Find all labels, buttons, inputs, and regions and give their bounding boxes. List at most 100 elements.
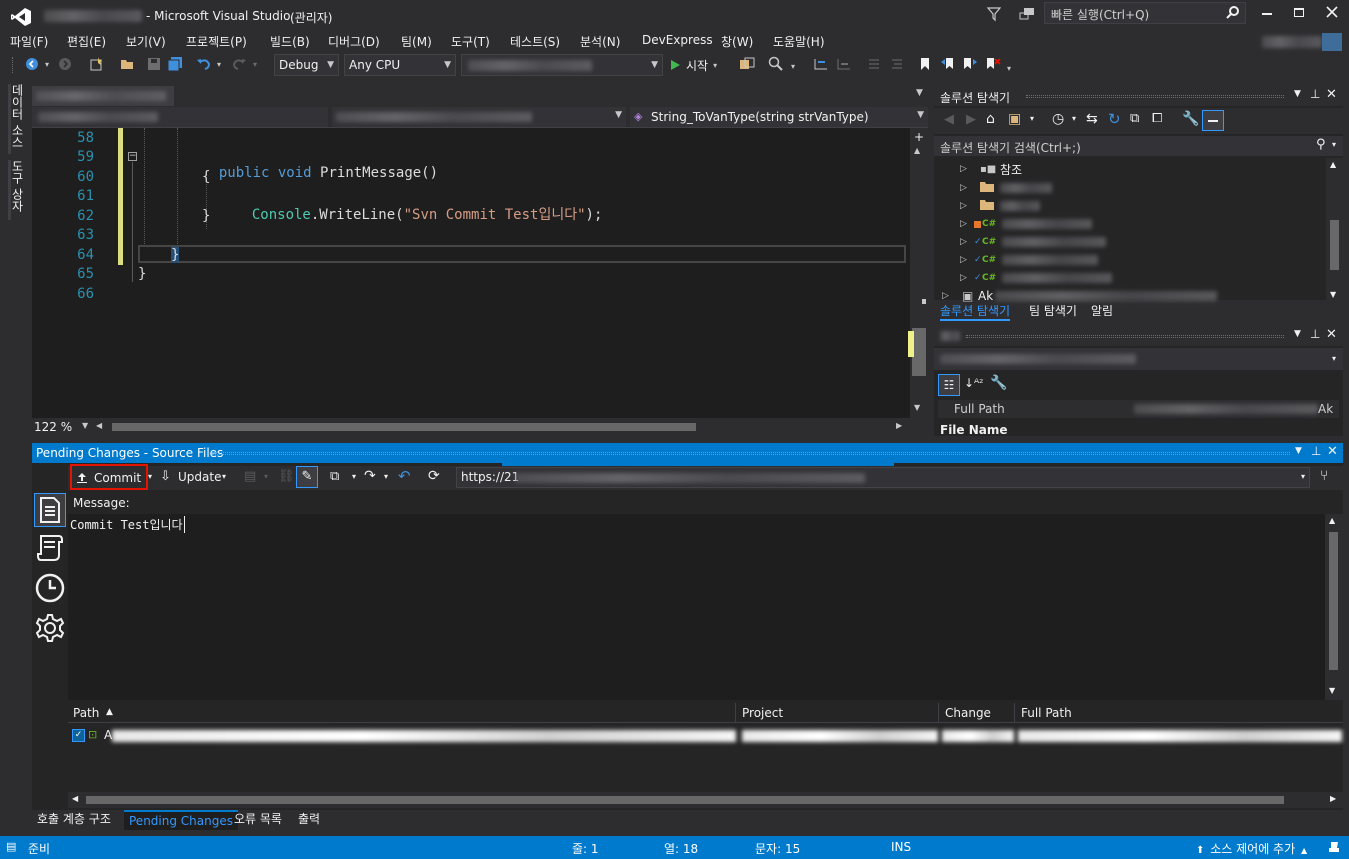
back-icon[interactable]: ◀ [944, 112, 954, 127]
minimize-button[interactable] [1262, 13, 1272, 15]
uncomment-icon[interactable] [889, 55, 905, 73]
scroll-down-icon[interactable]: ▼ [1329, 686, 1335, 695]
type-dropdown[interactable]: ▼ [332, 107, 626, 127]
commit-dropdown-icon[interactable]: ▾ [148, 472, 152, 481]
solution-config-select[interactable]: Debug ▼ [274, 54, 339, 76]
collapse-all-icon[interactable]: ⧉ [1130, 111, 1139, 126]
home-icon[interactable]: ⌂ [986, 111, 995, 127]
find-in-files-icon[interactable] [768, 55, 784, 73]
menu-project[interactable]: 프로젝트(P) [186, 33, 247, 51]
menu-analyze[interactable]: 분석(N) [580, 33, 620, 51]
outline-collapse-icon[interactable]: − [128, 152, 137, 161]
scroll-up-icon[interactable]: ▲ [1330, 160, 1336, 169]
properties-object-select[interactable]: ▾ [934, 348, 1343, 370]
clear-bookmarks-icon[interactable] [985, 55, 1001, 73]
redo-dropdown-icon[interactable]: ▾ [384, 472, 388, 481]
pending-changes-filter-icon[interactable]: ◷ [1052, 111, 1064, 127]
notifications-icon[interactable] [1328, 841, 1340, 853]
alphabetical-icon[interactable]: ↓ᴬᶻ [964, 376, 984, 390]
scroll-left-icon[interactable]: ◀ [72, 794, 78, 803]
editor-document-tab[interactable] [32, 86, 174, 106]
edit-message-icon[interactable]: ✎ [296, 466, 318, 488]
refresh-icon[interactable]: ⟳ [428, 468, 440, 484]
menu-build[interactable]: 빌드(B) [270, 33, 310, 51]
compare-icon[interactable]: ⧉ [330, 469, 339, 484]
column-change[interactable]: Change [939, 703, 1015, 723]
revert-icon[interactable]: ▤ [244, 469, 256, 484]
h-scroll-left-icon[interactable]: ◀ [96, 421, 102, 430]
start-button[interactable]: 시작 ▾ [669, 54, 725, 76]
panel-menu-icon[interactable]: ▼ [1294, 329, 1301, 339]
prev-bookmark-icon[interactable] [940, 55, 956, 73]
open-icon[interactable] [120, 55, 136, 73]
undo-dropdown-icon[interactable]: ▾ [214, 55, 224, 73]
tree-item-csharp-file[interactable]: ▷ ✓ C# [960, 233, 1106, 251]
redo-icon[interactable]: ↷ [364, 468, 376, 484]
tree-item-project[interactable]: ▷ ▣ Ak [942, 287, 1218, 305]
feedback-icon[interactable] [1018, 6, 1036, 22]
account-avatar[interactable] [1322, 33, 1342, 51]
vs-logo-icon[interactable] [10, 7, 32, 27]
redo-dropdown-icon[interactable]: ▾ [250, 55, 260, 73]
menu-edit[interactable]: 편집(E) [67, 33, 106, 51]
toolbar-overflow-icon[interactable]: ▾ [1004, 59, 1014, 77]
data-sources-tab[interactable]: 데이터 소스 [8, 84, 26, 154]
update-button[interactable]: ⇩ Update ▾ [160, 466, 228, 488]
redo-icon[interactable] [231, 55, 247, 73]
tree-item-folder[interactable]: ▷ [960, 179, 1052, 197]
browse-link-icon[interactable] [739, 55, 755, 73]
clock-icon[interactable] [34, 571, 66, 605]
h-scroll-right-icon[interactable]: ▶ [896, 421, 902, 430]
scroll-up-icon[interactable]: ▲ [914, 146, 920, 155]
preview-toggle-icon[interactable] [1202, 110, 1224, 131]
toolbox-tab[interactable]: 도구 상자 [8, 160, 26, 220]
property-row-full-path[interactable]: Full Path Ak [938, 400, 1339, 418]
expand-arrow-icon[interactable]: ▷ [960, 255, 974, 265]
commit-button[interactable]: Commit [70, 464, 148, 490]
expand-arrow-icon[interactable]: ▷ [960, 183, 980, 193]
revert-dropdown-icon[interactable]: ▾ [264, 472, 268, 481]
expand-arrow-icon[interactable]: ▷ [942, 291, 962, 301]
save-all-icon[interactable] [167, 55, 183, 73]
close-icon[interactable]: ✕ [1326, 87, 1337, 102]
tab-call-hierarchy[interactable]: 호출 계층 구조 [32, 810, 116, 830]
h-scroll-thumb[interactable] [112, 423, 696, 431]
status-output-icon[interactable]: ▤ [6, 840, 16, 853]
add-to-source-control-button[interactable]: ⬆ 소스 제어에 추가 ▲ [1196, 840, 1307, 857]
pin-icon[interactable]: ⊥ [1310, 87, 1320, 101]
pin-icon[interactable]: ⊥ [1310, 327, 1320, 341]
lock-icon[interactable]: ⛓ [278, 469, 295, 484]
panel-menu-icon[interactable]: ▼ [1295, 446, 1302, 456]
back-icon[interactable] [24, 55, 40, 73]
expand-arrow-icon[interactable]: ▷ [960, 164, 980, 174]
menu-help[interactable]: 도움말(H) [773, 33, 825, 51]
properties-icon[interactable]: 🔧 [1182, 111, 1199, 127]
step-into-icon[interactable] [813, 55, 829, 73]
menu-devexpress[interactable]: DevExpress [642, 33, 713, 51]
tree-scrollbar[interactable]: ▲ ▼ [1326, 158, 1343, 304]
property-pages-icon[interactable]: 🔧 [990, 375, 1007, 391]
column-path[interactable]: Path ▲ [68, 703, 736, 723]
menu-test[interactable]: 테스트(S) [510, 33, 560, 51]
zoom-select[interactable]: 122 % ▼ [32, 418, 90, 436]
pin-icon[interactable]: ⊥ [1311, 444, 1321, 458]
refresh-icon[interactable]: ↻ [1108, 110, 1121, 128]
tab-overflow-icon[interactable]: ▼ [916, 88, 923, 98]
menu-view[interactable]: 보기(V) [126, 33, 166, 51]
branch-icon[interactable]: ⑂ [1320, 468, 1328, 484]
menu-file[interactable]: 파일(F) [10, 33, 48, 51]
code-editor[interactable]: − [32, 128, 910, 418]
menu-window[interactable]: 창(W) [721, 33, 753, 51]
tree-item-csharp-file[interactable]: ▷ ✓ C# [960, 269, 1112, 287]
dropdown-icon[interactable]: ▾ [1030, 114, 1034, 123]
repository-url-select[interactable]: https://21 ▾ [456, 467, 1310, 488]
scroll-down-icon[interactable]: ▼ [1330, 290, 1336, 299]
tab-pending-changes[interactable]: Pending Changes [124, 810, 238, 830]
step-over-icon[interactable] [836, 55, 852, 73]
filter-icon[interactable] [986, 6, 1002, 22]
scroll-up-icon[interactable]: ▲ [1329, 516, 1335, 525]
forward-icon[interactable]: ▶ [966, 112, 976, 127]
column-full-path[interactable]: Full Path [1015, 703, 1343, 723]
scroll-down-icon[interactable]: ▼ [914, 403, 920, 412]
compare-dropdown-icon[interactable]: ▾ [352, 472, 356, 481]
